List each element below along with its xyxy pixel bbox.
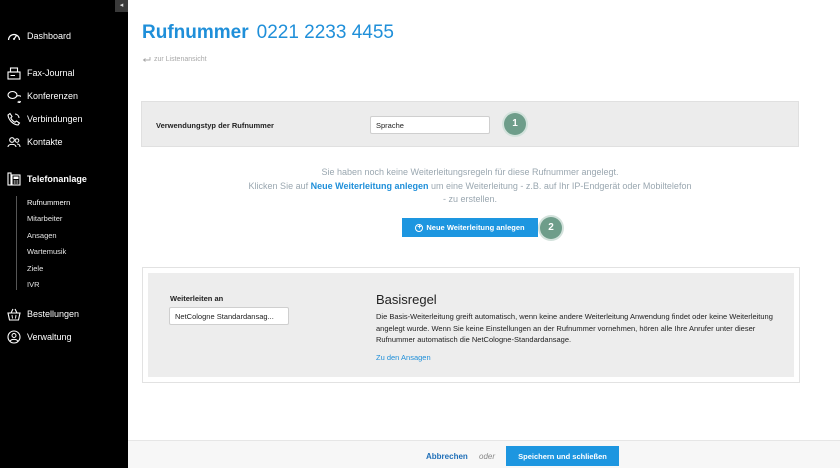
new-forwarding-button-label: Neue Weiterleitung anlegen — [426, 223, 525, 232]
page-title: Rufnummer 0221 2233 4455 — [142, 22, 394, 44]
step-badge-1: 1 — [504, 113, 526, 135]
phone-call-icon — [7, 112, 21, 126]
footer-bar: Abbrechen oder Speichern und schließen — [128, 440, 840, 468]
step-badge-2: 2 — [540, 217, 562, 239]
sidebar-item-label: Verwaltung — [27, 332, 72, 342]
sidebar-item-bestellungen[interactable]: Bestellungen — [7, 306, 79, 322]
sidebar-item-label: Telefonanlage — [27, 174, 87, 184]
sidebar-item-label: Dashboard — [27, 31, 72, 41]
forward-to-select[interactable]: NetCologne Standardansag... — [169, 307, 289, 325]
user-circle-icon — [7, 330, 21, 344]
page-title-number: 0221 2233 4455 — [256, 22, 394, 43]
back-to-list-link[interactable]: zur Listenansicht — [142, 56, 207, 63]
info-line-2-post: um eine Weiterleitung - z.B. auf Ihr IP-… — [430, 180, 692, 191]
sidebar-item-verwaltung[interactable]: Verwaltung — [7, 329, 72, 345]
app-window: ◂ Dashboard Fax-Journal Konferenzen Verb… — [0, 0, 840, 468]
fax-icon — [7, 66, 21, 80]
sidebar-subitem-rufnummern[interactable]: Rufnummern — [27, 198, 70, 207]
usage-type-panel: Verwendungstyp der Rufnummer Sprache 1 — [141, 101, 799, 147]
base-rule-description: Die Basis-Weiterleitung greift automatis… — [376, 312, 773, 344]
forward-to-label: Weiterleiten an — [170, 294, 224, 303]
sidebar-item-label: Konferenzen — [27, 91, 79, 101]
shopping-basket-icon — [7, 307, 21, 321]
usage-type-label: Verwendungstyp der Rufnummer — [156, 121, 274, 130]
sidebar-item-label: Verbindungen — [27, 114, 83, 124]
submenu-divider — [16, 196, 17, 290]
sidebar-subitem-ivr[interactable]: IVR — [27, 280, 40, 289]
back-arrow-icon — [142, 56, 151, 63]
sidebar-subitem-mitarbeiter[interactable]: Mitarbeiter — [27, 214, 62, 223]
sidebar-item-fax-journal[interactable]: Fax-Journal — [7, 65, 75, 81]
sidebar-collapse-button[interactable]: ◂ — [115, 0, 128, 12]
sidebar-subitem-ziele[interactable]: Ziele — [27, 264, 43, 273]
info-line-2: Klicken Sie auf Neue Weiterleitung anleg… — [141, 180, 799, 194]
info-line-3: - zu erstellen. — [442, 194, 498, 204]
sidebar-item-verbindungen[interactable]: Verbindungen — [7, 111, 83, 127]
new-forwarding-button[interactable]: + Neue Weiterleitung anlegen — [402, 218, 538, 237]
sidebar-item-label: Fax-Journal — [27, 68, 75, 78]
new-forwarding-inline-link[interactable]: Neue Weiterleitung anlegen — [311, 181, 429, 191]
usage-type-select[interactable]: Sprache — [370, 116, 490, 134]
page-title-label: Rufnummer — [142, 22, 249, 43]
main-content: Rufnummer 0221 2233 4455 zur Listenansich… — [128, 0, 840, 440]
contacts-icon — [7, 135, 21, 149]
or-separator: oder — [479, 452, 496, 461]
info-line-1: Sie haben noch keine Weiterleitungsregel… — [321, 167, 619, 177]
save-and-close-button[interactable]: Speichern und schließen — [506, 446, 619, 466]
base-rule-inner: Weiterleiten an NetCologne Standardansag… — [148, 273, 794, 377]
sidebar-item-kontakte[interactable]: Kontakte — [7, 134, 63, 150]
sidebar-subitem-wartemusik[interactable]: Wartemusik — [27, 247, 66, 256]
to-announcements-link[interactable]: Zu den Ansagen — [376, 353, 431, 362]
sidebar-item-label: Bestellungen — [27, 309, 80, 319]
dashboard-gauge-icon — [7, 29, 21, 43]
no-rules-message: Sie haben noch keine Weiterleitungsregel… — [141, 166, 799, 207]
conference-chat-icon — [7, 89, 21, 103]
sidebar: ◂ Dashboard Fax-Journal Konferenzen Verb… — [0, 0, 128, 468]
sidebar-subitem-ansagen[interactable]: Ansagen — [27, 231, 57, 240]
info-line-2-pre: Klicken Sie auf — [248, 180, 309, 191]
phone-system-icon — [7, 172, 21, 186]
base-rule-title: Basisregel — [376, 292, 437, 307]
cancel-link[interactable]: Abbrechen — [426, 452, 468, 461]
base-rule-card: Weiterleiten an NetCologne Standardansag… — [142, 267, 800, 383]
sidebar-item-konferenzen[interactable]: Konferenzen — [7, 88, 78, 104]
back-link-label: zur Listenansicht — [154, 56, 207, 63]
sidebar-item-dashboard[interactable]: Dashboard — [7, 28, 71, 44]
sidebar-item-label: Kontakte — [27, 137, 63, 147]
plus-circle-icon: + — [415, 223, 424, 232]
sidebar-item-telefonanlage[interactable]: Telefonanlage — [7, 171, 87, 187]
